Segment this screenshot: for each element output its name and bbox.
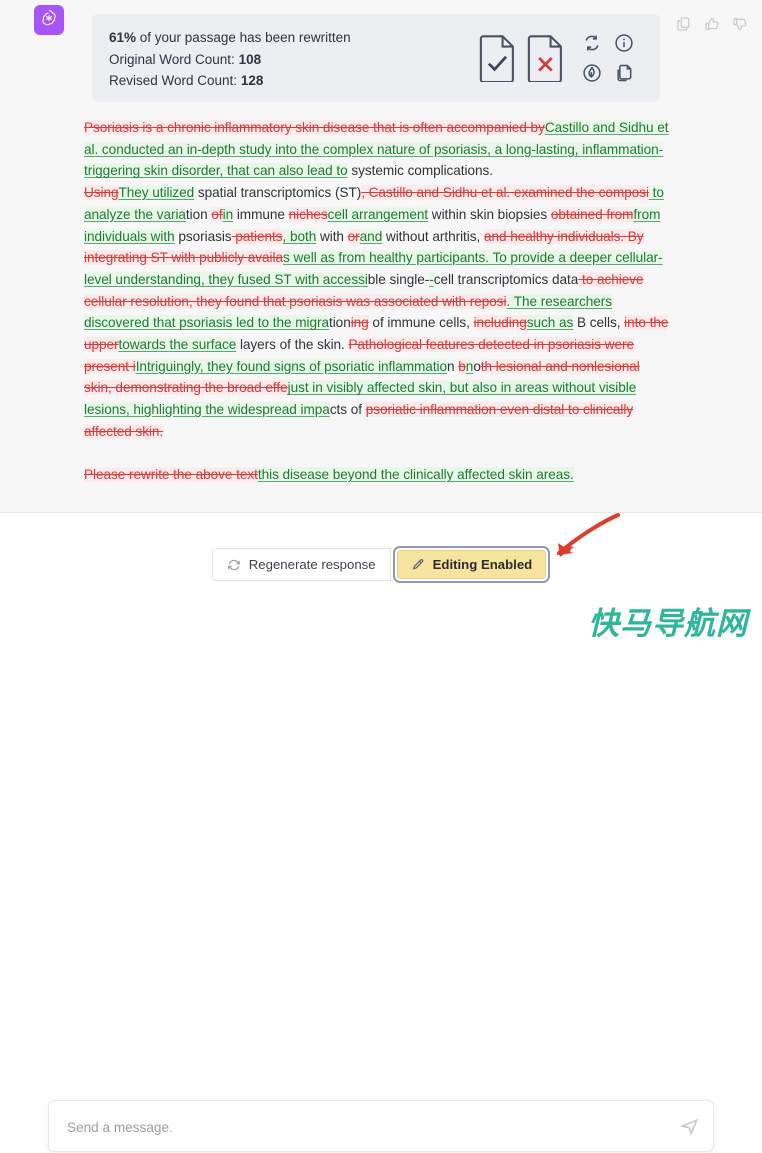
original-word-count-row: Original Word Count: 108 (109, 49, 478, 71)
revised-word-count-row: Revised Word Count: 128 (109, 70, 478, 92)
pen-icon (411, 558, 425, 572)
rewritten-percent-label: of your passage has been rewritten (136, 30, 351, 45)
composer-region: Regenerate response Editing Enabled 快马导航… (0, 514, 762, 1153)
diff-unchanged: cts of (329, 402, 366, 418)
accept-all-document-icon[interactable] (478, 34, 518, 82)
thumbs-up-icon[interactable] (704, 16, 720, 32)
feather-circle-icon[interactable] (582, 63, 602, 83)
message-action-bar (676, 16, 748, 32)
avatar (34, 5, 64, 35)
diff-deletion[interactable]: niches (288, 206, 328, 222)
rewritten-passage-diff[interactable]: Psoriasis is a chronic inflammatory skin… (84, 117, 670, 486)
diff-deletion[interactable]: or (347, 228, 360, 244)
action-button-row: Regenerate response Editing Enabled (0, 546, 762, 583)
diff-unchanged: n (447, 358, 459, 374)
send-arrow-icon[interactable] (680, 1117, 699, 1136)
original-word-count-value: 108 (238, 51, 262, 67)
diff-deletion[interactable]: of (211, 206, 223, 222)
diff-unchanged: with (316, 228, 348, 244)
secondary-action-grid (576, 28, 640, 88)
editing-enabled-label: Editing Enabled (432, 557, 533, 572)
regenerate-response-button[interactable]: Regenerate response (211, 548, 391, 581)
diff-insertion[interactable]: Intriguingly, they found signs of psoria… (135, 358, 447, 374)
revised-word-count-label: Revised Word Count: (109, 73, 238, 88)
diff-unchanged: o (473, 358, 481, 374)
diff-deletion[interactable]: Using (84, 185, 119, 201)
editing-enabled-button[interactable]: Editing Enabled (396, 550, 547, 579)
rewrite-summary-card: 61% of your passage has been rewritten O… (92, 14, 660, 102)
diff-insertion[interactable]: They utilized (118, 185, 194, 201)
info-icon[interactable] (614, 33, 634, 53)
diff-unchanged: layers of the skin. (236, 337, 349, 353)
watermark: 快马导航网 (588, 606, 748, 642)
message-composer[interactable] (48, 1100, 714, 1153)
diff-insertion[interactable]: this disease beyond the clinically affec… (257, 467, 574, 483)
diff-insertion[interactable]: and (359, 228, 382, 244)
diff-deletion[interactable]: Please rewrite the above text (84, 467, 258, 483)
refresh-loop-icon[interactable] (582, 33, 602, 53)
regenerate-response-label: Regenerate response (248, 557, 376, 572)
refresh-icon (227, 558, 241, 572)
diff-insertion[interactable]: in (222, 206, 233, 222)
rewrite-summary-actions (478, 14, 660, 88)
diff-unchanged: within skin biopsies (428, 206, 551, 222)
diff-unchanged: tion (185, 206, 212, 222)
diff-unchanged: cell transcriptomics data (433, 271, 579, 287)
copy-document-icon[interactable] (614, 63, 634, 83)
diff-unchanged: tion (328, 315, 351, 331)
diff-deletion[interactable]: Psoriasis is a chronic inflammatory skin… (84, 120, 545, 135)
diff-deletion[interactable]: b (458, 358, 466, 374)
rewritten-percent-row: 61% of your passage has been rewritten (109, 27, 478, 49)
diff-deletion[interactable]: including (473, 315, 527, 331)
diff-unchanged: without arthritis, (382, 228, 484, 244)
diff-paragraph: Psoriasis is a chronic inflammatory skin… (84, 117, 670, 182)
diff-unchanged: B cells, (573, 315, 625, 331)
diff-unchanged: systemic complications. (347, 163, 493, 179)
copy-icon[interactable] (676, 16, 692, 32)
diff-insertion[interactable]: such as (526, 315, 573, 331)
diff-paragraph-spacer (84, 443, 670, 465)
diff-unchanged: spatial transcriptomics (ST) (194, 185, 362, 201)
openai-logo-icon (39, 8, 59, 33)
diff-deletion[interactable]: ing (350, 315, 369, 331)
diff-insertion[interactable]: cell arrangement (327, 206, 428, 222)
assistant-message-panel: 61% of your passage has been rewritten O… (0, 0, 762, 513)
revised-word-count-value: 128 (240, 73, 264, 88)
editing-button-focus-ring: Editing Enabled (392, 546, 551, 583)
diff-paragraph: Please rewrite the above textthis diseas… (84, 464, 670, 486)
diff-unchanged: ble single- (367, 271, 430, 287)
thumbs-down-icon[interactable] (732, 16, 748, 32)
reject-all-document-icon[interactable] (526, 34, 566, 82)
diff-unchanged: immune (233, 206, 289, 222)
diff-paragraph: UsingThey utilized spatial transcriptomi… (84, 182, 670, 442)
diff-deletion[interactable]: , Castillo and Sidhu et al. examined the… (361, 185, 649, 201)
rewrite-summary-stats: 61% of your passage has been rewritten O… (92, 14, 478, 92)
diff-unchanged: of immune cells, (368, 315, 474, 331)
diff-deletion[interactable]: obtained from (550, 206, 633, 222)
rewritten-percent-value: 61% (109, 30, 137, 45)
search-input[interactable] (65, 1101, 585, 1153)
diff-insertion[interactable]: , both (282, 228, 316, 244)
diff-unchanged: psoriasis (174, 228, 232, 244)
diff-deletion[interactable]: patients (231, 228, 283, 244)
diff-insertion[interactable]: towards the surface (118, 337, 236, 353)
original-word-count-label: Original Word Count: (109, 51, 235, 67)
